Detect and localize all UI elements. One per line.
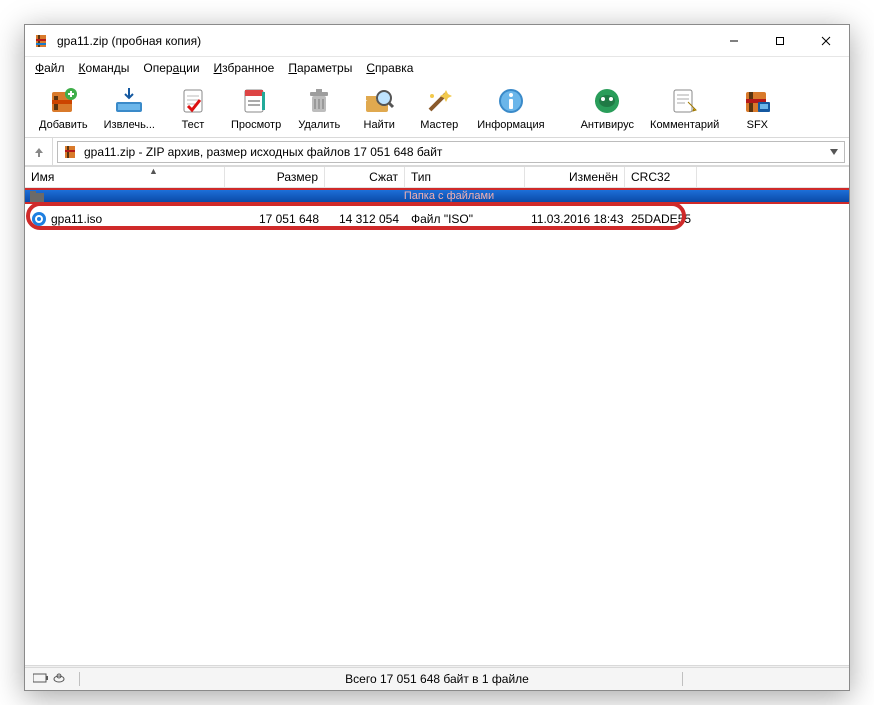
- status-battery-icon: [33, 672, 49, 687]
- status-lock-icon: [53, 672, 65, 687]
- extract-label: Извлечь...: [104, 119, 155, 131]
- sfx-icon: [739, 85, 775, 117]
- find-icon: [361, 85, 397, 117]
- header-packed[interactable]: Сжат: [325, 167, 405, 187]
- info-icon: [493, 85, 529, 117]
- test-icon: [175, 85, 211, 117]
- close-button[interactable]: [803, 25, 849, 57]
- folder-up-icon: [29, 188, 45, 204]
- minimize-button[interactable]: [711, 25, 757, 57]
- extract-icon: [111, 85, 147, 117]
- menu-help[interactable]: Справка: [366, 61, 413, 75]
- header-modified[interactable]: Изменён: [525, 167, 625, 187]
- add-button[interactable]: Добавить: [31, 83, 96, 131]
- status-total: Всего 17 051 648 байт в 1 файле: [345, 672, 529, 686]
- file-modified: 11.03.2016 18:43: [525, 212, 625, 226]
- comment-icon: [667, 85, 703, 117]
- find-button[interactable]: Найти: [349, 83, 409, 131]
- header-type[interactable]: Тип: [405, 167, 525, 187]
- sfx-label: SFX: [747, 119, 768, 131]
- delete-icon: [301, 85, 337, 117]
- antivirus-button[interactable]: Антивирус: [573, 83, 642, 131]
- view-icon: [238, 85, 274, 117]
- comment-label: Комментарий: [650, 119, 719, 131]
- file-type: Файл "ISO": [405, 212, 525, 226]
- path-field[interactable]: gpa11.zip - ZIP архив, размер исходных ф…: [57, 141, 845, 163]
- path-text: gpa11.zip - ZIP архив, размер исходных ф…: [84, 145, 442, 159]
- menu-file[interactable]: Фdocument.currentScript.previousElementS…: [35, 61, 65, 75]
- comment-button[interactable]: Комментарий: [642, 83, 727, 131]
- menu-parameters[interactable]: Параметры: [288, 61, 352, 75]
- path-bar: gpa11.zip - ZIP архив, размер исходных ф…: [25, 138, 849, 166]
- column-headers: ▲ Имя Размер Сжат Тип Изменён CRC32: [25, 166, 849, 188]
- status-bar: Всего 17 051 648 байт в 1 файле: [25, 668, 849, 690]
- header-name[interactable]: Имя: [25, 167, 225, 187]
- sfx-button[interactable]: SFX: [727, 83, 787, 131]
- view-label: Просмотр: [231, 119, 281, 131]
- add-label: Добавить: [39, 119, 88, 131]
- info-button[interactable]: Информация: [469, 83, 552, 131]
- delete-label: Удалить: [298, 119, 340, 131]
- file-row[interactable]: gpa11.iso 17 051 648 14 312 054 Файл "IS…: [25, 210, 849, 228]
- app-icon: [33, 33, 49, 49]
- path-dropdown-icon[interactable]: [826, 144, 842, 160]
- toolbar: Добавить Извлечь... Тест Просмотр Удалит…: [25, 79, 849, 138]
- menu-operations[interactable]: Операции: [143, 61, 199, 75]
- menu-commands[interactable]: Команды: [79, 61, 130, 75]
- find-label: Найти: [364, 119, 395, 131]
- view-button[interactable]: Просмотр: [223, 83, 289, 131]
- maximize-button[interactable]: [757, 25, 803, 57]
- header-crc[interactable]: CRC32: [625, 167, 697, 187]
- file-name: gpa11.iso: [51, 212, 102, 226]
- wizard-button[interactable]: Мастер: [409, 83, 469, 131]
- window-title: gpa11.zip (пробная копия): [57, 34, 711, 48]
- parent-folder-label: Папка с файлами: [49, 190, 849, 202]
- info-label: Информация: [477, 119, 544, 131]
- title-bar: gpa11.zip (пробная копия): [25, 25, 849, 57]
- file-size: 17 051 648: [225, 212, 325, 226]
- extract-button[interactable]: Извлечь...: [96, 83, 163, 131]
- archive-icon: [62, 144, 78, 160]
- up-button[interactable]: [25, 138, 53, 166]
- menu-favorites[interactable]: Избранное: [214, 61, 275, 75]
- file-packed: 14 312 054: [325, 212, 405, 226]
- test-label: Тест: [182, 119, 205, 131]
- wizard-label: Мастер: [420, 119, 458, 131]
- wizard-icon: [421, 85, 457, 117]
- add-icon: [45, 85, 81, 117]
- file-crc: 25DADE55: [625, 212, 697, 226]
- antivirus-icon: [589, 85, 625, 117]
- menu-bar: Фdocument.currentScript.previousElementS…: [25, 57, 849, 79]
- delete-button[interactable]: Удалить: [289, 83, 349, 131]
- iso-file-icon: [31, 211, 47, 227]
- sort-indicator-icon: ▲: [149, 166, 158, 176]
- antivirus-label: Антивирус: [581, 119, 634, 131]
- parent-folder-row[interactable]: Папка с файлами: [25, 188, 849, 204]
- test-button[interactable]: Тест: [163, 83, 223, 131]
- header-size[interactable]: Размер: [225, 167, 325, 187]
- file-list[interactable]: Папка с файлами gpa11.iso 17 051 648 14 …: [25, 188, 849, 665]
